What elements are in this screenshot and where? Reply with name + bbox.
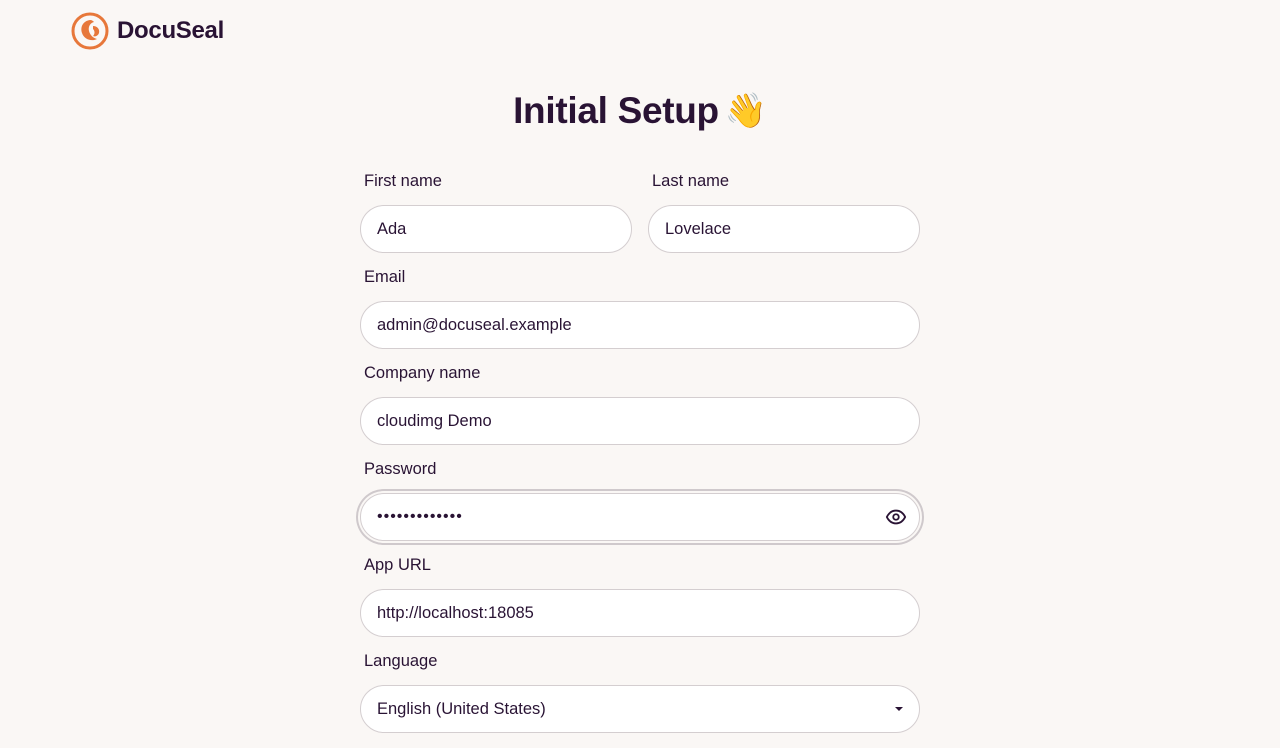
caret-down-icon: [895, 707, 903, 711]
password-input[interactable]: •••••••••••••: [360, 493, 920, 541]
language-field: Language English (United States): [360, 652, 920, 733]
email-field: Email admin@docuseal.example: [360, 268, 920, 349]
app-header: DocuSeal: [71, 12, 224, 50]
page-title: Initial Setup 👋: [0, 90, 1280, 132]
waving-hand-emoji: 👋: [724, 92, 767, 130]
first-name-field: First name Ada: [360, 172, 632, 253]
company-name-input[interactable]: cloudimg Demo: [360, 397, 920, 445]
password-field: Password •••••••••••••: [360, 460, 920, 541]
email-label: Email: [364, 268, 406, 286]
first-name-input[interactable]: Ada: [360, 205, 632, 253]
page-title-text: Initial Setup: [513, 90, 719, 131]
eye-icon[interactable]: [884, 505, 908, 529]
app-url-input[interactable]: http://localhost:18085: [360, 589, 920, 637]
language-select[interactable]: English (United States): [360, 685, 920, 733]
company-name-field: Company name cloudimg Demo: [360, 364, 920, 445]
company-name-label: Company name: [364, 364, 481, 382]
first-name-label: First name: [364, 172, 442, 190]
last-name-field: Last name Lovelace: [648, 172, 920, 253]
last-name-input[interactable]: Lovelace: [648, 205, 920, 253]
app-url-field: App URL http://localhost:18085: [360, 556, 920, 637]
email-input[interactable]: admin@docuseal.example: [360, 301, 920, 349]
last-name-label: Last name: [652, 172, 730, 190]
setup-form: First name Ada Last name Lovelace Email …: [360, 172, 920, 748]
docuseal-logo-icon[interactable]: [71, 12, 109, 50]
password-masked-value: •••••••••••••: [377, 508, 463, 525]
brand-name[interactable]: DocuSeal: [117, 17, 224, 45]
password-label: Password: [364, 460, 437, 478]
app-url-label: App URL: [364, 556, 431, 574]
language-label: Language: [364, 652, 438, 670]
